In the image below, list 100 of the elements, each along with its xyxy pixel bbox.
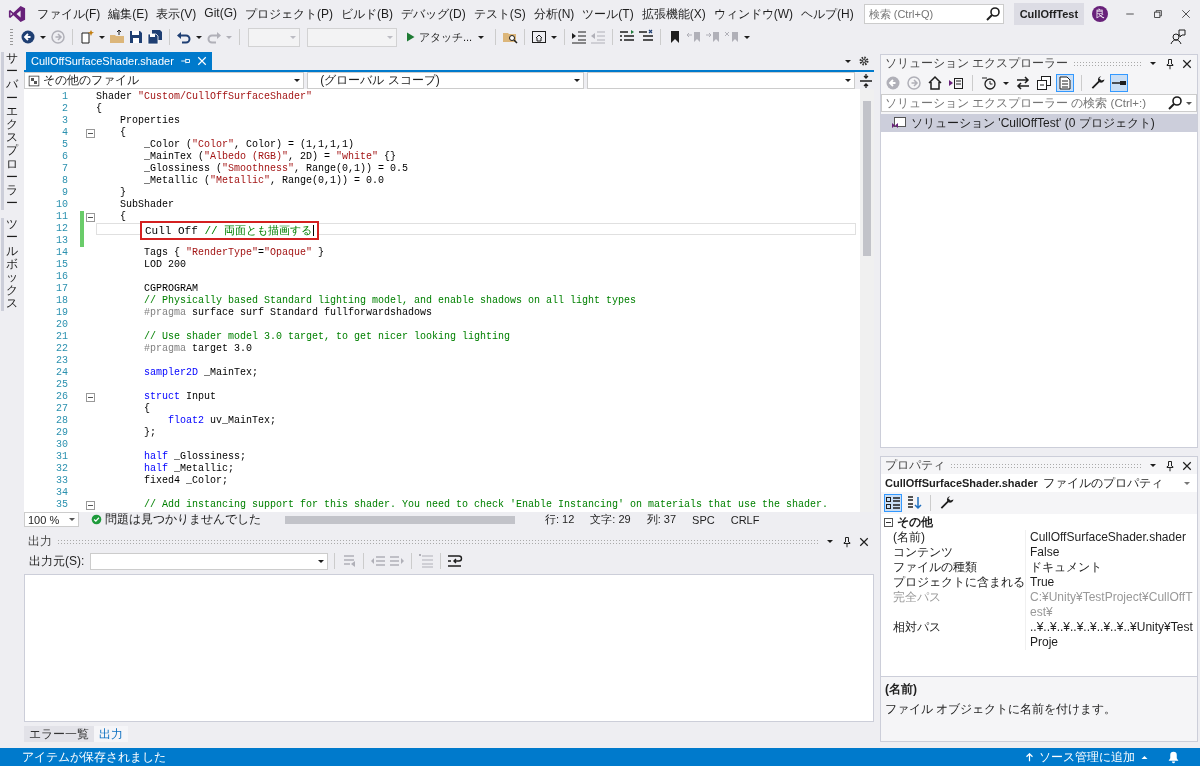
menu-item[interactable]: ウィンドウ(W): [709, 5, 797, 23]
collapse-icon[interactable]: [85, 500, 95, 510]
issues-status[interactable]: 問題は見つかりませんでした: [105, 511, 261, 528]
line-number: 33: [55, 475, 68, 487]
caret-icon[interactable]: [844, 78, 852, 83]
menu-item[interactable]: 分析(N): [529, 5, 579, 23]
collapse-icon[interactable]: [85, 392, 95, 402]
close-icon[interactable]: [858, 535, 870, 548]
close-icon[interactable]: [1181, 459, 1193, 472]
description-text: ファイル オブジェクトに名前を付けます。: [885, 701, 1118, 718]
caret-icon[interactable]: [293, 78, 302, 83]
feedback-icon[interactable]: [1170, 29, 1186, 45]
line-number: 6: [61, 151, 68, 163]
close-icon[interactable]: [1180, 8, 1192, 20]
object-dropdown[interactable]: CullOffSurfaceShader.shader ファイルのプロパティ: [881, 474, 1197, 492]
code-line: _Metallic ("Metallic", Range(0,1)) = 0.0: [143, 175, 386, 187]
menu-item[interactable]: ビルド(B): [337, 5, 397, 23]
file-icon: [28, 74, 40, 87]
pin-icon[interactable]: [841, 535, 853, 548]
caret-icon[interactable]: [1185, 100, 1193, 106]
undo-icon[interactable]: [176, 29, 192, 45]
caret-icon[interactable]: [1149, 61, 1157, 66]
panel-tab[interactable]: エラー一覧: [24, 726, 94, 742]
collapse-icon[interactable]: [85, 128, 95, 138]
search-icon[interactable]: [1167, 95, 1183, 111]
attach-button[interactable]: アタッチ...: [402, 29, 490, 45]
collapse-all-icon[interactable]: [1036, 75, 1052, 91]
save-icon[interactable]: [128, 29, 144, 45]
search-field[interactable]: ソリューション エクスプローラー の検索 (Ctrl+:): [881, 94, 1197, 112]
save-all-icon[interactable]: [147, 29, 163, 45]
property-value[interactable]: True: [1025, 575, 1197, 590]
line-number: 12: [55, 223, 68, 235]
scope-dropdown[interactable]: (グローバル スコープ): [307, 72, 584, 89]
caret-icon[interactable]: [572, 78, 581, 83]
search-field[interactable]: 検索 (Ctrl+Q): [863, 4, 1004, 24]
property-value[interactable]: ..¥..¥..¥..¥..¥..¥..¥..¥Unity¥TestProje: [1025, 620, 1197, 650]
source-control-button[interactable]: ソース管理に追加: [1025, 748, 1149, 766]
zoom-dropdown[interactable]: 100 %: [24, 512, 79, 527]
close-icon[interactable]: [1181, 57, 1193, 70]
pin-icon[interactable]: [1164, 459, 1176, 472]
code-line: }: [119, 187, 127, 199]
property-value[interactable]: ドキュメント: [1025, 560, 1197, 575]
caret-icon[interactable]: [68, 517, 76, 522]
tree-item[interactable]: ソリューション 'CullOffTest' (0 プロジェクト): [881, 114, 1197, 132]
word-wrap-icon[interactable]: [447, 553, 464, 569]
notification-icon[interactable]: [1167, 750, 1180, 764]
split-icon[interactable]: [858, 72, 874, 89]
collapse-icon[interactable]: [85, 212, 95, 222]
menu-item[interactable]: Git(G): [200, 5, 241, 23]
home-icon[interactable]: [927, 75, 943, 91]
search-icon[interactable]: [984, 6, 1001, 22]
output-source-label: 出力元(S):: [29, 552, 85, 570]
back-icon[interactable]: [20, 29, 36, 45]
menu-item[interactable]: 拡張機能(X): [637, 5, 710, 23]
line-number: 16: [55, 271, 68, 283]
code-line: _Glossiness ("Smoothness", Range(0,1)) = 0.5: [143, 163, 410, 175]
line-number: 1: [61, 91, 68, 103]
caret-icon[interactable]: [317, 558, 326, 564]
wrench-icon[interactable]: [939, 495, 955, 511]
clock-icon[interactable]: [981, 75, 997, 91]
project-dropdown[interactable]: その他のファイル: [24, 72, 305, 89]
menu-item[interactable]: ヘルプ(H): [797, 5, 858, 23]
property-value[interactable]: False: [1025, 545, 1197, 560]
menu-item[interactable]: 編集(E): [104, 5, 153, 23]
side-tab[interactable]: サーバーエクスプローラー: [1, 52, 18, 211]
code-line: SubShader: [119, 199, 175, 211]
line-number: 17: [55, 283, 68, 295]
indent-icon[interactable]: [571, 29, 588, 45]
menu-item[interactable]: デバッグ(D): [397, 5, 470, 23]
switch-views-icon[interactable]: [948, 75, 964, 91]
line-number: 13: [55, 235, 68, 247]
new-file-icon[interactable]: [79, 29, 95, 45]
property-value[interactable]: CullOffSurfaceShader.shader: [1025, 530, 1197, 545]
menu-item[interactable]: 表示(V): [152, 5, 201, 23]
menu-item[interactable]: テスト(S): [469, 5, 530, 23]
account-avatar[interactable]: 良: [1092, 6, 1108, 22]
menu-item[interactable]: ファイル(F): [33, 5, 105, 23]
categorized-icon[interactable]: [885, 495, 901, 511]
sync-icon[interactable]: [1015, 75, 1031, 91]
show-all-files-icon[interactable]: [1057, 75, 1073, 91]
menu-item[interactable]: ツール(T): [578, 5, 638, 23]
code-line: #pragma surface surf Standard fullforwardshadows: [143, 307, 434, 319]
caret-icon[interactable]: [1149, 463, 1157, 468]
settings-icon[interactable]: [858, 55, 870, 67]
collapse-icon[interactable]: [884, 517, 893, 527]
caret-icon[interactable]: [826, 539, 834, 544]
caret-icon[interactable]: [844, 58, 852, 64]
window-icon[interactable]: [531, 29, 548, 45]
caret-icon[interactable]: [477, 34, 486, 40]
menu-item[interactable]: プロジェクト(P): [241, 5, 337, 23]
line-number: 10: [55, 199, 68, 211]
panel-tab[interactable]: 出力: [94, 726, 128, 742]
pin-icon[interactable]: [1164, 57, 1176, 70]
wrench-icon[interactable]: [1090, 75, 1106, 91]
sort-icon[interactable]: [906, 495, 922, 511]
line-number: 9: [61, 187, 68, 199]
side-tab[interactable]: ツールボックス: [1, 218, 18, 311]
restore-icon[interactable]: [1152, 8, 1164, 20]
preview-icon[interactable]: [1111, 75, 1127, 91]
line-number: 5: [61, 139, 68, 151]
